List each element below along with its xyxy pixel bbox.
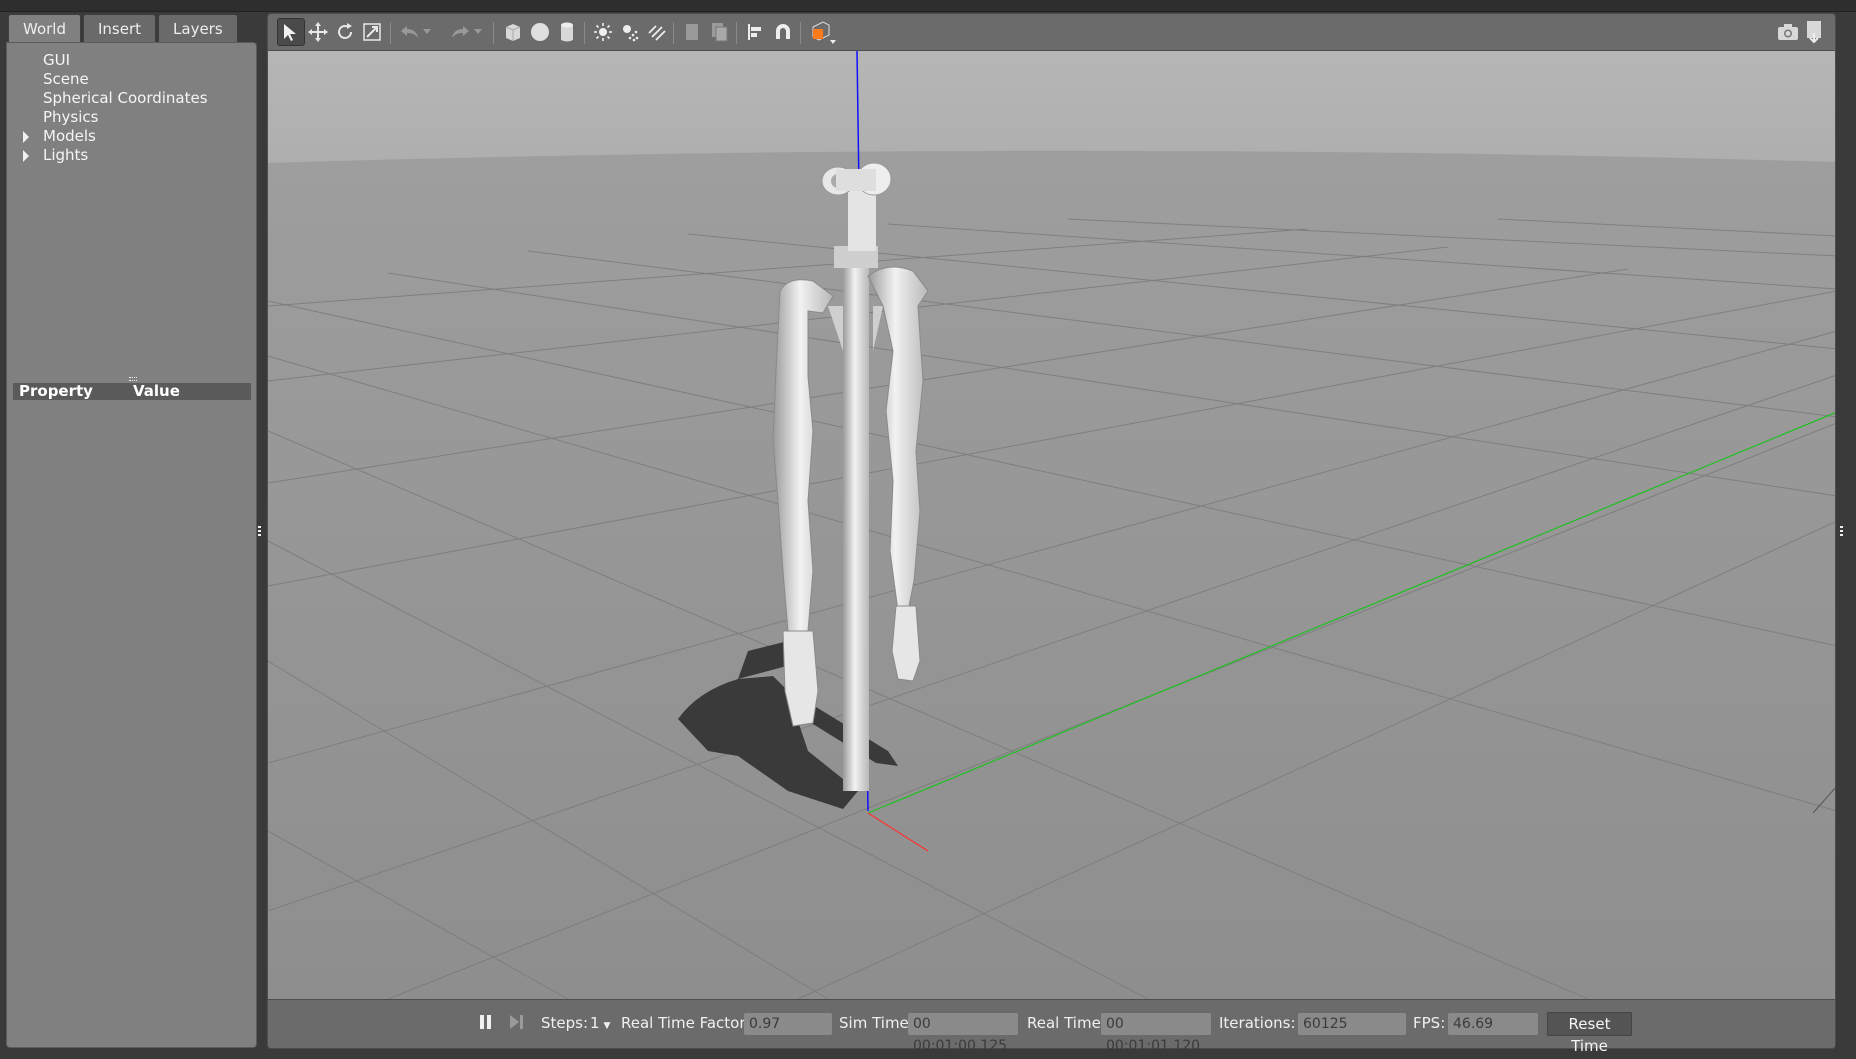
tree-item-spherical-coordinates[interactable]: Spherical Coordinates	[17, 89, 208, 108]
right-panel-resize-handle[interactable]	[1840, 526, 1844, 538]
tree-item-lights[interactable]: Lights	[17, 146, 208, 165]
translate-mode-icon[interactable]	[304, 18, 332, 46]
point-light-icon[interactable]	[589, 18, 617, 46]
redo-history-dropdown-icon[interactable]	[471, 18, 485, 46]
reset-time-button[interactable]: Reset Time	[1547, 1012, 1632, 1055]
real-time-label: Real Time:	[1027, 1014, 1106, 1032]
step-forward-icon	[510, 1015, 523, 1029]
simulation-status-bar: Steps: 1 ▼ Real Time Factor: 0.97 Sim Tim…	[267, 999, 1836, 1055]
log-icon[interactable]	[1801, 18, 1829, 46]
snap-magnet-icon[interactable]	[769, 18, 797, 46]
undo-history-dropdown-icon[interactable]	[420, 18, 434, 46]
sim-time-field: 00 00:01:00.125	[908, 1013, 1018, 1054]
tree-item-label: Spherical Coordinates	[43, 89, 208, 107]
cylinder-shape-icon[interactable]	[553, 18, 581, 46]
world-tree: GUI Scene Spherical Coordinates Physics …	[17, 51, 208, 165]
toolbar-separator	[736, 22, 737, 44]
property-table-header: Property Value	[13, 382, 251, 400]
step-button[interactable]	[508, 1013, 526, 1035]
real-time-factor-label: Real Time Factor:	[621, 1014, 751, 1032]
toolbar-separator	[493, 22, 494, 44]
directional-light-icon[interactable]	[643, 18, 671, 46]
rotate-mode-icon[interactable]	[331, 18, 359, 46]
tree-item-label: Lights	[43, 146, 89, 164]
ground-plane	[268, 150, 1835, 999]
tree-item-label: GUI	[43, 51, 71, 69]
tree-item-models[interactable]: Models	[17, 127, 208, 146]
toolbar-separator	[390, 22, 391, 44]
value-column-header: Value	[133, 382, 180, 400]
steps-spinbox[interactable]: 1 ▼	[590, 1014, 610, 1032]
copy-icon[interactable]	[678, 18, 706, 46]
left-panel: World Insert Layers GUI Scene Spherical …	[6, 12, 257, 1048]
left-panel-resize-handle[interactable]	[258, 526, 262, 538]
screenshot-camera-icon[interactable]	[1774, 18, 1802, 46]
scene-canvas	[268, 51, 1835, 999]
fps-label: FPS:	[1413, 1014, 1446, 1032]
chevron-down-icon[interactable]: ▼	[604, 1021, 611, 1031]
spot-light-icon[interactable]	[616, 18, 644, 46]
real-time-field: 00 00:01:01.120	[1101, 1013, 1211, 1054]
view-angle-icon[interactable]	[805, 18, 839, 46]
iterations-label: Iterations:	[1219, 1014, 1296, 1032]
toolbar-separator	[584, 22, 585, 44]
fps-field: 46.69	[1448, 1013, 1538, 1035]
toolbar-separator	[800, 22, 801, 44]
tree-item-gui[interactable]: GUI	[17, 51, 208, 70]
3d-viewport[interactable]	[267, 51, 1836, 999]
box-shape-icon[interactable]	[499, 18, 527, 46]
steps-value: 1	[590, 1014, 600, 1032]
scale-mode-icon[interactable]	[358, 18, 386, 46]
sim-time-label: Sim Time:	[839, 1014, 914, 1032]
iterations-field: 60125	[1298, 1013, 1406, 1035]
tree-item-label: Models	[43, 127, 96, 145]
tab-layers[interactable]: Layers	[158, 14, 238, 42]
window-top-strip	[0, 0, 1856, 12]
steps-label: Steps:	[541, 1014, 589, 1032]
tree-item-label: Scene	[43, 70, 89, 88]
tree-item-label: Physics	[43, 108, 99, 126]
gazebo-window: World Insert Layers GUI Scene Spherical …	[0, 0, 1856, 1059]
sphere-shape-icon[interactable]	[526, 18, 554, 46]
main-toolbar	[267, 13, 1836, 51]
select-mode-icon[interactable]	[277, 18, 305, 46]
paste-icon[interactable]	[705, 18, 733, 46]
property-splitter-handle[interactable]	[129, 377, 137, 381]
real-time-factor-field: 0.97	[744, 1013, 832, 1035]
toolbar-separator	[673, 22, 674, 44]
world-tree-panel: GUI Scene Spherical Coordinates Physics …	[6, 42, 257, 1048]
redo-icon[interactable]	[446, 18, 474, 46]
expand-arrow-icon[interactable]	[23, 150, 29, 162]
tree-item-scene[interactable]: Scene	[17, 70, 208, 89]
align-icon[interactable]	[742, 18, 770, 46]
tab-world[interactable]: World	[8, 14, 81, 45]
left-tabs: World Insert Layers	[8, 14, 238, 45]
expand-arrow-icon[interactable]	[23, 131, 29, 143]
pause-icon	[480, 1015, 491, 1029]
tree-item-physics[interactable]: Physics	[17, 108, 208, 127]
tab-insert[interactable]: Insert	[83, 14, 157, 42]
property-column-header: Property	[19, 382, 93, 400]
pause-button[interactable]	[478, 1013, 494, 1035]
